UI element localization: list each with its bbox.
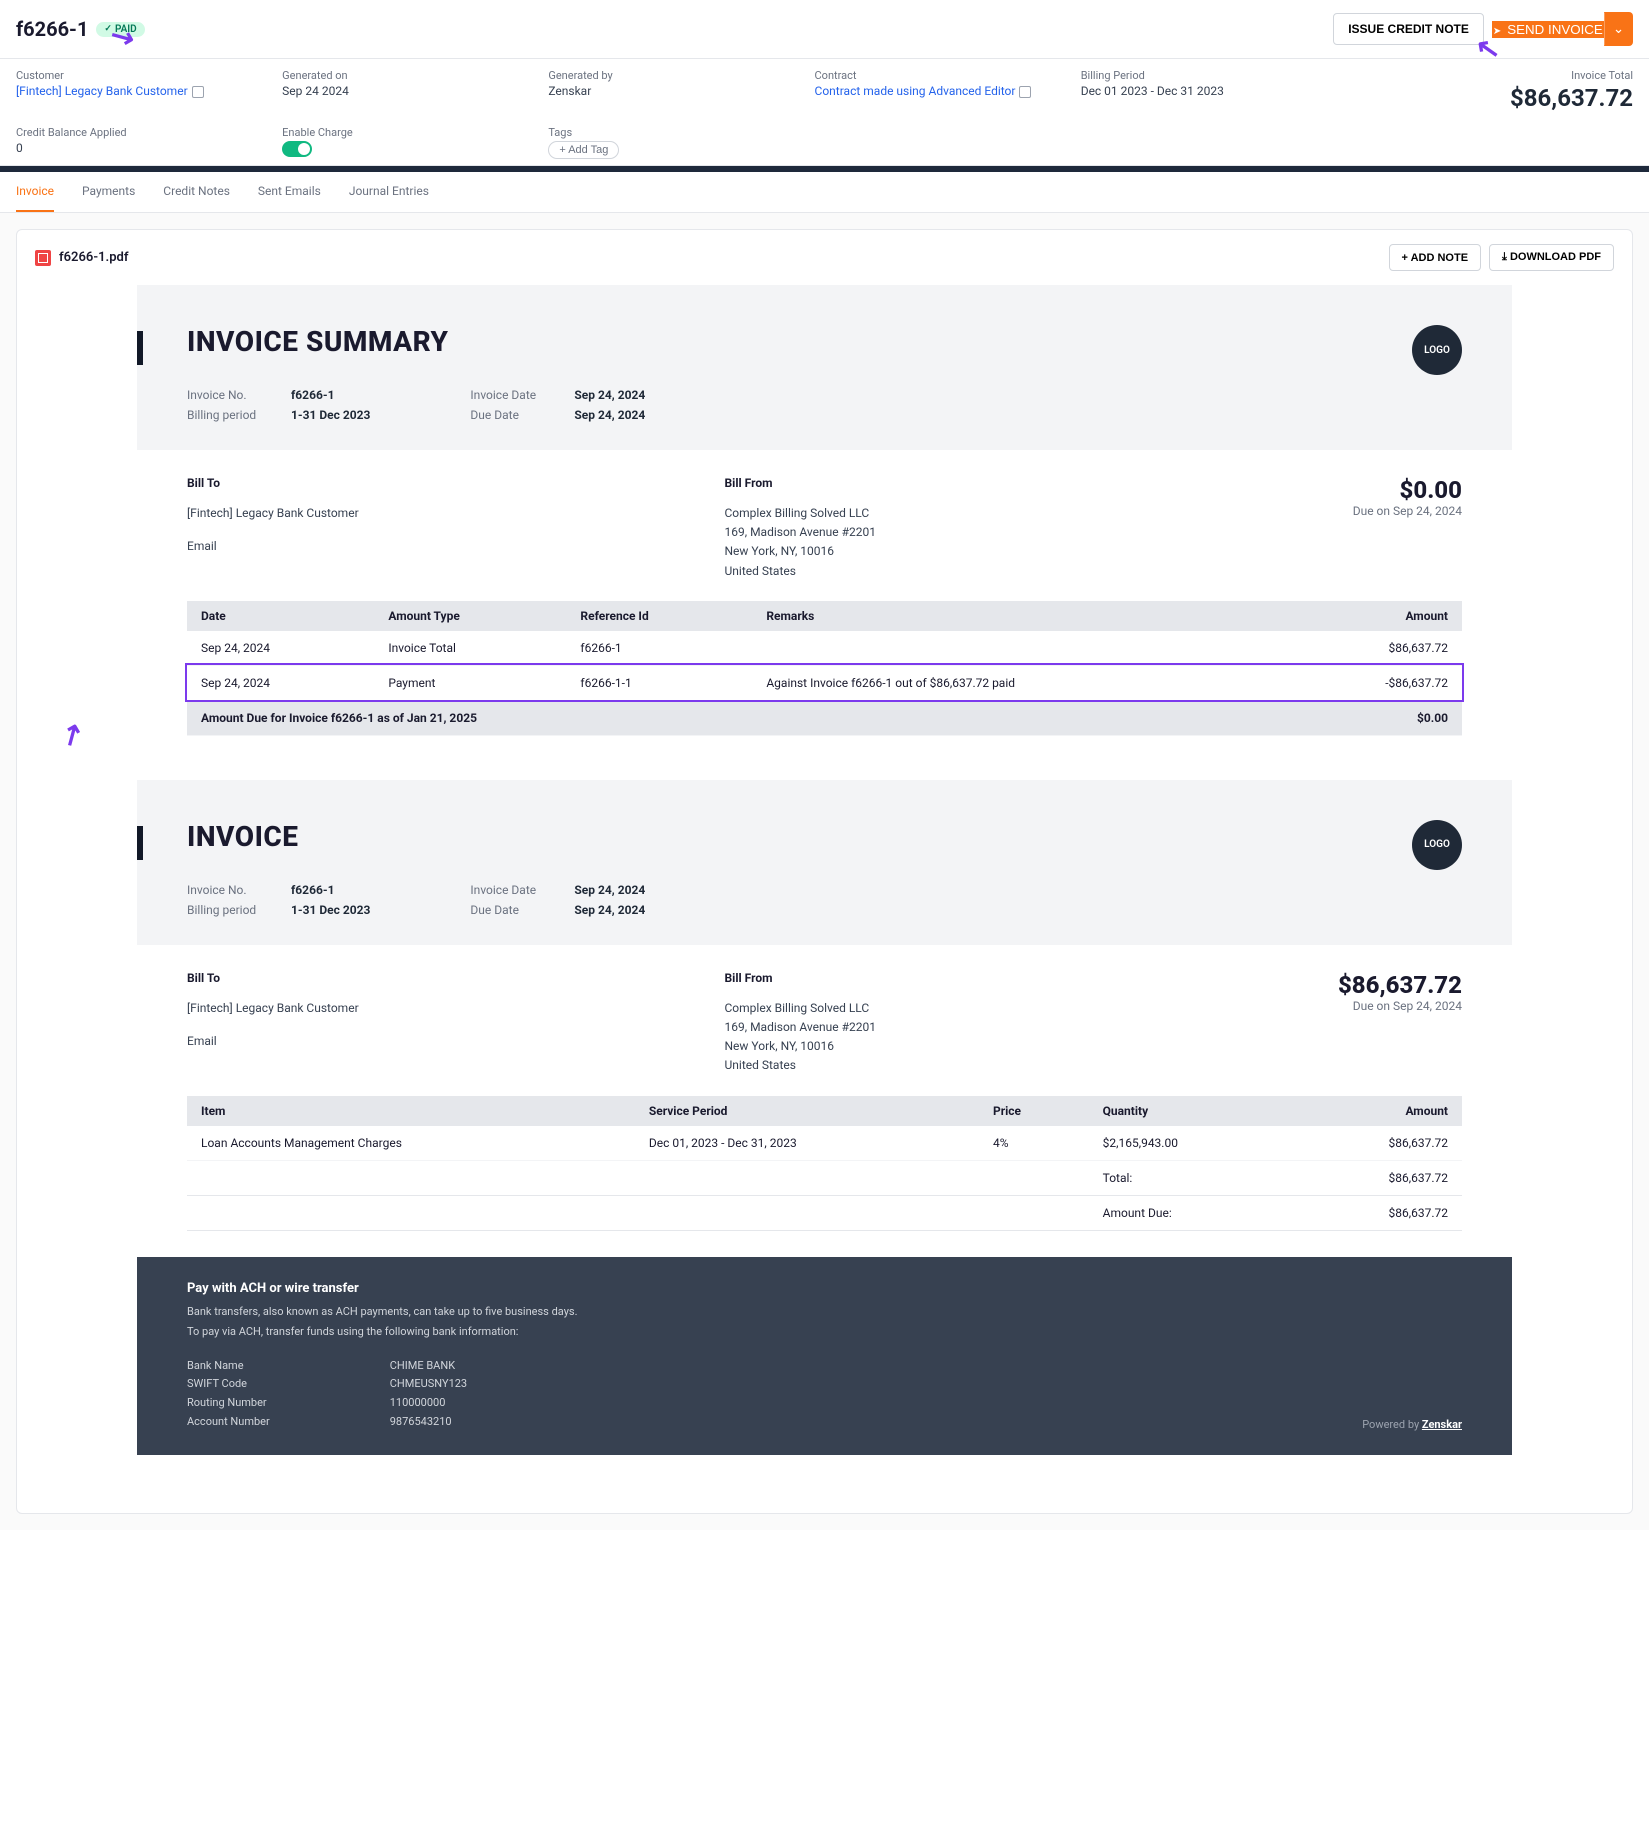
payment-footer: Pay with ACH or wire transfer Bank trans…: [137, 1257, 1512, 1456]
download-pdf-button[interactable]: ⤓ DOWNLOAD PDF: [1489, 244, 1614, 271]
tab-journal-entries[interactable]: Journal Entries: [349, 172, 429, 212]
copy-icon[interactable]: [1019, 86, 1031, 98]
billing-period-value: Dec 01 2023 - Dec 31 2023: [1081, 84, 1337, 98]
table-row: Sep 24, 2024Paymentf6266-1-1Against Invo…: [187, 665, 1462, 700]
footer-line2: To pay via ACH, transfer funds using the…: [187, 1324, 1462, 1341]
contract-label: Contract: [815, 69, 1071, 82]
file-name: f6266-1.pdf: [35, 250, 128, 266]
summary-footer-amt: $0.00: [1287, 700, 1462, 735]
summary-footer-text: Amount Due for Invoice f6266-1 as of Jan…: [187, 700, 1287, 735]
col-remarks: Remarks: [752, 601, 1286, 631]
summary-amount-due: $0.00: [1262, 476, 1462, 504]
accent-bar: [137, 826, 143, 860]
annotation-arrow: ↗: [53, 714, 90, 754]
contract-link[interactable]: Contract made using Advanced Editor: [815, 84, 1071, 98]
send-invoice-dropdown[interactable]: ⌄: [1604, 12, 1633, 46]
invoice-items-table: Item Service Period Price Quantity Amoun…: [187, 1096, 1462, 1231]
summary-title: INVOICE SUMMARY: [187, 325, 1462, 358]
bill-from-l1: Complex Billing Solved LLC: [725, 504, 1223, 523]
col-type: Amount Type: [374, 601, 566, 631]
enable-charge-toggle[interactable]: [282, 141, 312, 157]
pdf-icon: [35, 250, 51, 266]
tab-payments[interactable]: Payments: [82, 172, 135, 212]
filename-text: f6266-1.pdf: [59, 250, 128, 265]
contract-value: Contract made using Advanced Editor: [815, 84, 1016, 98]
bill-to-name: [Fintech] Legacy Bank Customer: [187, 504, 685, 523]
footer-line1: Bank transfers, also known as ACH paymen…: [187, 1304, 1462, 1321]
invoice-total-value: $86,637.72: [1347, 84, 1633, 112]
bill-from-l4: United States: [725, 562, 1223, 581]
add-note-button[interactable]: + ADD NOTE: [1389, 244, 1482, 271]
copy-icon[interactable]: [192, 86, 204, 98]
invoice-title: INVOICE: [187, 820, 1462, 853]
annotation-arrow: ↖: [1473, 30, 1502, 67]
credit-balance-value: 0: [16, 141, 272, 155]
inv-no: f6266-1: [291, 388, 334, 402]
add-tag-button[interactable]: + Add Tag: [548, 141, 619, 159]
bill-from-l3: New York, NY, 10016: [725, 542, 1223, 561]
invoice-amount-due: $86,637.72: [1262, 971, 1462, 999]
meta-row-1: Customer [Fintech] Legacy Bank Customer …: [0, 59, 1649, 116]
bill-from-title: Bill From: [725, 476, 1223, 490]
invdate: Sep 24, 2024: [574, 388, 645, 402]
tags-label: Tags: [548, 126, 804, 139]
col-ref: Reference Id: [566, 601, 752, 631]
duedate-label: Due Date: [470, 408, 550, 422]
total-row: Total:$86,637.72: [187, 1160, 1462, 1195]
invoice-panel: f6266-1.pdf + ADD NOTE ⤓ DOWNLOAD PDF IN…: [16, 229, 1633, 1514]
summary-due-on: Due on Sep 24, 2024: [1262, 504, 1462, 518]
invoice-due-on: Due on Sep 24, 2024: [1262, 999, 1462, 1013]
invoice-summary-doc: INVOICE SUMMARY LOGO Invoice No.f6266-1 …: [137, 285, 1512, 762]
bill-from-l2: 169, Madison Avenue #2201: [725, 523, 1223, 542]
credit-balance-label: Credit Balance Applied: [16, 126, 272, 139]
inv-no-label: Invoice No.: [187, 388, 267, 402]
invdate-label: Invoice Date: [470, 388, 550, 402]
page-header: f6266-1 PAID ↘ ISSUE CREDIT NOTE SEND IN…: [0, 0, 1649, 59]
generated-by-value: Zenskar: [548, 84, 804, 98]
customer-value: [Fintech] Legacy Bank Customer: [16, 84, 188, 98]
summary-table: Date Amount Type Reference Id Remarks Am…: [187, 601, 1462, 736]
generated-on-value: Sep 24 2024: [282, 84, 538, 98]
send-invoice-label: SEND INVOICE: [1507, 22, 1603, 37]
total-row: Amount Due:$86,637.72: [187, 1195, 1462, 1230]
issue-credit-note-button[interactable]: ISSUE CREDIT NOTE: [1333, 13, 1484, 45]
duedate: Sep 24, 2024: [574, 408, 645, 422]
generated-by-label: Generated by: [548, 69, 804, 82]
tab-sent-emails[interactable]: Sent Emails: [258, 172, 321, 212]
bperiod-label: Billing period: [187, 408, 267, 422]
bperiod: 1-31 Dec 2023: [291, 408, 370, 422]
logo: LOGO: [1412, 325, 1462, 375]
table-row: Loan Accounts Management ChargesDec 01, …: [187, 1126, 1462, 1161]
table-row: Sep 24, 2024Invoice Totalf6266-1$86,637.…: [187, 631, 1462, 666]
bill-to-title: Bill To: [187, 476, 685, 490]
tab-invoice[interactable]: Invoice: [16, 172, 54, 212]
tab-credit-notes[interactable]: Credit Notes: [163, 172, 230, 212]
invoice-id: f6266-1: [16, 17, 88, 41]
billing-period-label: Billing Period: [1081, 69, 1337, 82]
accent-bar: [137, 331, 143, 365]
powered-by: Powered by Zenskar: [1362, 1418, 1462, 1431]
invoice-doc: INVOICE LOGO Invoice No.f6266-1 Billing …: [137, 780, 1512, 1456]
col-date: Date: [187, 601, 374, 631]
send-invoice-button[interactable]: SEND INVOICE: [1492, 21, 1604, 38]
customer-link[interactable]: [Fintech] Legacy Bank Customer: [16, 84, 272, 98]
meta-row-2: Credit Balance Applied 0 Enable Charge T…: [0, 116, 1649, 166]
invoice-total-label: Invoice Total: [1347, 69, 1633, 82]
customer-label: Customer: [16, 69, 272, 82]
bill-to-email: Email: [187, 537, 685, 556]
col-amount: Amount: [1287, 601, 1462, 631]
logo: LOGO: [1412, 820, 1462, 870]
footer-title: Pay with ACH or wire transfer: [187, 1281, 1462, 1296]
tabs: Invoice Payments Credit Notes Sent Email…: [0, 172, 1649, 213]
generated-on-label: Generated on: [282, 69, 538, 82]
enable-charge-label: Enable Charge: [282, 126, 538, 139]
